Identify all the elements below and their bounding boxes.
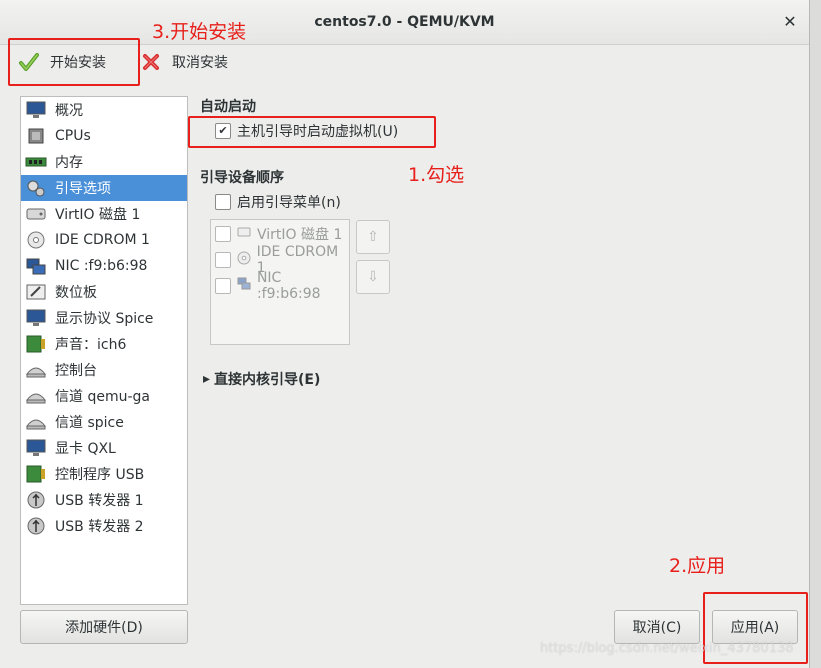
close-icon: ✕ (783, 12, 797, 31)
sidebar-item-label: IDE CDROM 1 (55, 232, 150, 248)
sidebar-item-channel-spice[interactable]: 信道 spice (21, 409, 187, 435)
arrow-down-icon: ⇩ (367, 269, 379, 285)
sidebar-item-virtio-disk[interactable]: VirtIO 磁盘 1 (21, 201, 187, 227)
usb-redirector-icon (25, 516, 47, 536)
sound-card-icon (25, 334, 47, 354)
cancel-install-button[interactable]: 取消安装 (140, 44, 228, 80)
boot-device-label: VirtIO 磁盘 1 (257, 227, 343, 243)
overview-monitor-icon (25, 100, 47, 120)
direct-kernel-boot-label: 直接内核引导(E) (214, 372, 321, 388)
sidebar-item-label: VirtIO 磁盘 1 (55, 207, 141, 223)
sidebar-item-label: 数位板 (55, 285, 97, 301)
boot-device-row[interactable]: NIC :f9:b6:98 (215, 270, 349, 302)
arrow-up-icon: ⇧ (367, 229, 379, 245)
close-window-button[interactable]: ✕ (780, 12, 800, 32)
boot-device-label: NIC :f9:b6:98 (256, 270, 321, 302)
channel-icon (25, 386, 47, 406)
sidebar-item-label: 控制程序 USB (55, 467, 145, 483)
sidebar-item-usb-redirector-2[interactable]: USB 转发器 2 (21, 513, 187, 539)
sidebar-item-sound[interactable]: 声音：ich6 (21, 331, 187, 357)
boot-options-gears-icon (25, 178, 47, 198)
sidebar-item-usb-redirector-1[interactable]: USB 转发器 1 (21, 487, 187, 513)
sidebar-item-ide-cdrom[interactable]: IDE CDROM 1 (21, 227, 187, 253)
sidebar-item-label: 内存 (55, 155, 83, 171)
annotation-step3-text: 3.开始安装 (152, 21, 247, 43)
expander-arrow-icon: ▸ (203, 371, 211, 387)
sidebar-item-label: 声音：ich6 (55, 337, 127, 353)
cdrom-disc-icon (25, 230, 47, 250)
sidebar-item-display-spice[interactable]: 显示协议 Spice (21, 305, 187, 331)
serial-console-icon (25, 360, 47, 380)
cpu-chip-icon (25, 126, 47, 146)
sidebar-item-nic[interactable]: NIC :f9:b6:98 (21, 253, 187, 279)
sidebar-item-label: 显卡 QXL (55, 441, 116, 457)
sidebar-item-label: 信道 spice (55, 415, 124, 431)
network-card-icon (25, 256, 47, 276)
sidebar-item-label: USB 转发器 2 (55, 519, 144, 535)
cdrom-disc-icon (237, 251, 251, 269)
cancel-install-label: 取消安装 (172, 55, 228, 71)
background-desktop-strip (809, 0, 821, 668)
sidebar-item-console[interactable]: 控制台 (21, 357, 187, 383)
hard-disk-icon (237, 225, 251, 243)
sidebar-item-overview[interactable]: 概况 (21, 97, 187, 123)
memory-module-icon (25, 152, 47, 172)
annotation-box-autostart (188, 116, 436, 148)
sidebar-item-label: 概况 (55, 103, 83, 119)
network-card-icon (237, 277, 251, 295)
sidebar-item-memory[interactable]: 内存 (21, 149, 187, 175)
boot-device-row[interactable]: VirtIO 磁盘 1 (215, 223, 342, 245)
sidebar-item-label: NIC :f9:b6:98 (55, 258, 148, 274)
sidebar-item-channel-qemu-ga[interactable]: 信道 qemu-ga (21, 383, 187, 409)
hardware-list: 概况 CPUs 内存 引导选项 VirtIO 磁盘 1 IDE CDROM 1 … (20, 96, 188, 605)
annotation-step1-text: 1.勾选 (408, 164, 465, 186)
sidebar-item-cpus[interactable]: CPUs (21, 123, 187, 149)
window-title: centos7.0 - QEMU/KVM (314, 14, 495, 30)
boot-order-section-title: 引导设备顺序 (200, 170, 284, 186)
boot-device-checkbox[interactable] (215, 278, 231, 294)
channel-icon (25, 412, 47, 432)
sidebar-item-label: CPUs (55, 128, 91, 144)
add-hardware-button[interactable]: 添加硬件(D) (20, 610, 188, 644)
usb-controller-icon (25, 464, 47, 484)
enable-boot-menu-row[interactable]: 启用引导菜单(n) (215, 192, 341, 212)
sidebar-item-tablet[interactable]: 数位板 (21, 279, 187, 305)
red-x-icon (140, 51, 162, 73)
sidebar-item-label: USB 转发器 1 (55, 493, 144, 509)
video-card-icon (25, 438, 47, 458)
annotation-box-begin-install (8, 38, 140, 86)
sidebar-item-usb-controller[interactable]: 控制程序 USB (21, 461, 187, 487)
usb-redirector-icon (25, 490, 47, 510)
sidebar-item-label: 显示协议 Spice (55, 311, 154, 327)
sidebar-item-boot-options[interactable]: 引导选项 (21, 175, 187, 201)
display-monitor-icon (25, 308, 47, 328)
cancel-button[interactable]: 取消(C) (614, 610, 700, 644)
enable-boot-menu-label: 启用引导菜单(n) (237, 195, 341, 211)
move-down-button[interactable]: ⇩ (356, 260, 390, 294)
sidebar-item-label: 引导选项 (55, 181, 111, 197)
autostart-section-title: 自动启动 (200, 99, 256, 115)
tablet-pen-icon (25, 282, 47, 302)
sidebar-item-video-qxl[interactable]: 显卡 QXL (21, 435, 187, 461)
enable-boot-menu-checkbox[interactable] (215, 194, 231, 210)
hard-disk-icon (25, 204, 47, 224)
direct-kernel-boot-expander[interactable]: ▸ 直接内核引导(E) (203, 369, 320, 389)
move-up-button[interactable]: ⇧ (356, 220, 390, 254)
boot-device-row[interactable]: IDE CDROM 1 (215, 244, 349, 276)
watermark-text: https://blog.csdn.net/weixin_43780138 (540, 641, 794, 656)
boot-device-checkbox[interactable] (215, 226, 231, 242)
boot-device-checkbox[interactable] (215, 252, 231, 268)
sidebar-item-label: 信道 qemu-ga (55, 389, 150, 405)
sidebar-item-label: 控制台 (55, 363, 97, 379)
annotation-step2-text: 2.应用 (669, 555, 726, 577)
boot-device-list: VirtIO 磁盘 1 IDE CDROM 1 NIC :f9:b6:98 (210, 219, 350, 345)
